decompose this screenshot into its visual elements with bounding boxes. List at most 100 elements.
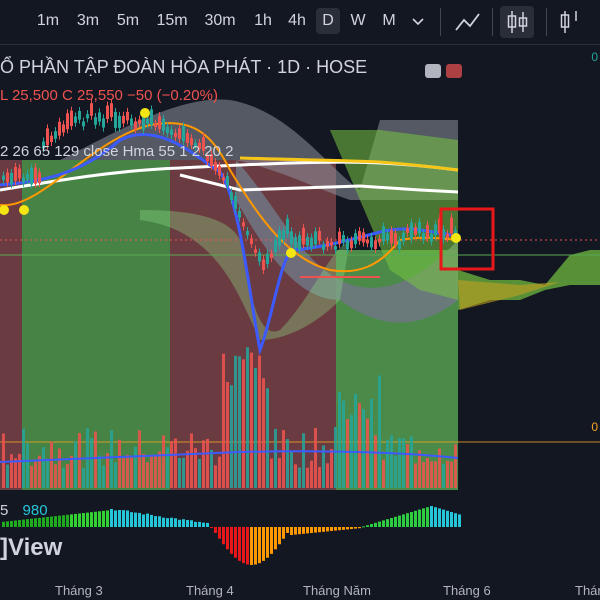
toolbar-separator (492, 8, 493, 36)
line-chart-button[interactable] (450, 6, 484, 38)
volume-bar (374, 435, 377, 488)
oscillator-bar (70, 514, 73, 527)
candle-body (314, 231, 317, 245)
volume-bar (74, 441, 77, 488)
candle-body (2, 175, 5, 181)
oscillator-bar (66, 514, 69, 527)
timeframe-W[interactable]: W (345, 8, 371, 34)
indicators-button[interactable] (552, 6, 586, 38)
timeframe-M[interactable]: M (376, 8, 402, 34)
oscillator-bar (358, 527, 361, 529)
timeframe-3m[interactable]: 3m (70, 8, 106, 34)
candle-body (30, 167, 33, 185)
timeframe-30m[interactable]: 30m (198, 8, 242, 34)
tradingview-logo: ]View (0, 534, 63, 561)
oscillator-bar (146, 513, 149, 527)
x-axis-label: Tháng Năm (303, 583, 371, 598)
candle-body (318, 230, 321, 241)
timeframe-1m[interactable]: 1m (30, 8, 66, 34)
candle-body (378, 238, 381, 243)
oscillator-bar (270, 527, 273, 554)
timeframe-1h[interactable]: 1h (248, 8, 278, 34)
timeframe-D[interactable]: D (316, 8, 340, 34)
volume-bar (58, 448, 61, 488)
oscillator-bar (318, 527, 321, 533)
volume-bar (2, 433, 5, 488)
candle-body (86, 114, 89, 119)
candle-body (298, 235, 301, 250)
timeframe-dropdown[interactable] (406, 8, 430, 34)
signal-dot (19, 205, 29, 215)
oscillator-bar (266, 527, 269, 558)
oscillator-bar (350, 527, 353, 529)
legend-wave-icon[interactable] (446, 64, 462, 78)
oscillator-bar (134, 512, 137, 527)
volume-bar (218, 456, 221, 488)
oscillator-bar (62, 515, 65, 527)
candle-body (354, 233, 357, 245)
candle-body (186, 133, 189, 143)
candle-body (134, 121, 137, 130)
oscillator-bar (438, 508, 441, 527)
oscillator-bar (6, 521, 9, 527)
oscillator-bar (254, 527, 257, 565)
oscillator-bar (94, 511, 97, 527)
toolbar-separator (546, 8, 547, 36)
oscillator-bar (130, 512, 133, 527)
volume-bar (386, 439, 389, 488)
candle-body (138, 119, 141, 124)
volume-bar (306, 467, 309, 488)
oscillator-bar (390, 518, 393, 527)
candle-body (322, 244, 325, 250)
oscillator-bar (406, 513, 409, 527)
symbol-title: Ổ PHẦN TẬP ĐOÀN HÒA PHÁT · 1D · HOSE (0, 57, 368, 77)
candle-body (394, 233, 397, 245)
oscillator-bar (86, 512, 89, 527)
volume-bar (438, 448, 441, 488)
volume-bar (430, 461, 433, 488)
oscillator-bar (218, 527, 221, 539)
volume-bar (326, 463, 329, 488)
volume-bar (198, 459, 201, 488)
candle-body (222, 177, 225, 181)
volume-bar (98, 455, 101, 488)
x-axis-label: Tháng 4 (186, 583, 234, 598)
oscillator-bar (74, 513, 77, 527)
timeframe-4h[interactable]: 4h (282, 8, 312, 34)
oscillator-bar (430, 506, 433, 527)
oscillator-bar (138, 512, 141, 527)
volume-bar (46, 459, 49, 488)
oscillator-bar (314, 527, 317, 533)
top-toolbar: 1m 3m 5m 15m 30m 1h 4h D W M (0, 0, 600, 45)
oscillator-bar (18, 520, 21, 527)
candles-chart-button[interactable] (500, 6, 534, 38)
oscillator-bar (10, 520, 13, 527)
volume-bar (334, 427, 337, 488)
oscillator-bar (334, 527, 337, 531)
candle-body (246, 231, 249, 236)
oscillator-bar (442, 509, 445, 527)
timeframe-5m[interactable]: 5m (110, 8, 146, 34)
oscillator-bar (58, 515, 61, 527)
volume-bar (302, 433, 305, 488)
oscillator-bar (258, 527, 261, 564)
oscillator-bar (326, 527, 329, 532)
oscillator-bar (38, 517, 41, 527)
oscillator-bar (182, 519, 185, 527)
volume-bar (298, 467, 301, 488)
legend-collapse-button[interactable] (425, 64, 441, 78)
oscillator-bar (234, 527, 237, 558)
volume-bar (390, 435, 393, 488)
volume-bar (234, 355, 237, 488)
volume-bar (318, 467, 321, 488)
timeframe-15m[interactable]: 15m (150, 8, 194, 34)
candle-body (430, 233, 433, 242)
oscillator-bar (382, 520, 385, 527)
oscillator-bar (174, 518, 177, 527)
candle-body (234, 195, 237, 209)
price-chart[interactable] (0, 45, 600, 600)
candle-body (350, 240, 353, 249)
oscillator-bar (118, 509, 121, 527)
volume-bar (178, 457, 181, 488)
oscillator-bar (210, 527, 213, 528)
